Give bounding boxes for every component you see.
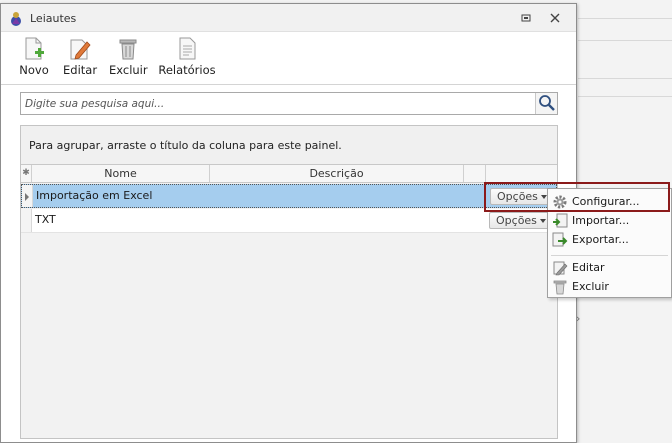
search-input[interactable] [21, 93, 535, 114]
background-divider [578, 78, 672, 79]
row-name-cell: TXT [35, 213, 56, 226]
search-button[interactable] [535, 93, 557, 114]
toolbar: Novo Editar Excluir Relatórios [1, 33, 576, 85]
menu-separator [551, 255, 668, 256]
row-indicator [21, 209, 32, 232]
options-dropdown-button[interactable]: Opções [489, 212, 552, 229]
table-row[interactable]: Importação em Excel Opções [21, 184, 557, 208]
current-row-arrow-icon [25, 193, 29, 201]
column-header-description[interactable]: Descrição [210, 165, 464, 182]
column-header-name[interactable]: Nome [32, 165, 210, 182]
menu-item-edit[interactable]: Editar [548, 258, 671, 277]
menu-item-export[interactable]: Exportar... [548, 230, 671, 249]
background-divider [578, 40, 672, 41]
new-document-icon [25, 37, 44, 60]
menu-item-import[interactable]: Importar... [548, 211, 671, 230]
background-divider [578, 96, 672, 97]
reports-button[interactable]: Relatórios [158, 37, 216, 83]
background-divider [578, 18, 672, 19]
new-button-label: Novo [19, 63, 49, 77]
import-icon [553, 213, 568, 228]
group-by-panel[interactable]: Para agrupar, arraste o título da coluna… [21, 126, 557, 164]
menu-item-label: Exportar... [572, 233, 629, 246]
trash-icon [553, 280, 567, 295]
row-name-cell: Importação em Excel [36, 189, 153, 202]
search-icon [539, 95, 555, 111]
column-header-blank[interactable] [464, 165, 486, 182]
group-by-hint: Para agrupar, arraste o título da coluna… [29, 139, 342, 152]
edit-button[interactable]: Editar [63, 37, 97, 83]
layouts-grid: Para agrupar, arraste o título da coluna… [20, 125, 558, 439]
restore-button[interactable] [518, 11, 534, 25]
row-indicator [22, 185, 33, 207]
table-row[interactable]: TXT Opções [21, 209, 557, 233]
menu-item-label: Excluir [572, 280, 609, 293]
restore-icon [521, 14, 531, 22]
delete-button-label: Excluir [109, 63, 148, 77]
app-logo-icon [11, 12, 21, 26]
caret-down-icon [540, 219, 546, 223]
options-label: Opções [496, 214, 537, 227]
report-icon [179, 37, 196, 60]
export-icon [552, 232, 568, 247]
reports-button-label: Relatórios [158, 63, 216, 77]
edit-icon [553, 261, 568, 276]
close-button[interactable] [547, 11, 563, 25]
search-box [20, 92, 558, 115]
grid-empty-area [21, 236, 557, 438]
window-title: Leiautes [30, 12, 77, 25]
column-chooser-icon[interactable]: ✱ [21, 165, 32, 182]
close-icon [550, 13, 560, 23]
trash-icon [119, 39, 137, 60]
delete-button[interactable]: Excluir [109, 37, 148, 83]
menu-item-delete[interactable]: Excluir [548, 277, 671, 296]
menu-item-label: Editar [572, 261, 605, 274]
edit-pencil-icon [70, 39, 91, 60]
grid-header: ✱ Nome Descrição [21, 164, 557, 183]
menu-item-label: Importar... [572, 214, 630, 227]
layouts-window: Leiautes Novo Editar Excluir Relatórios … [0, 3, 577, 443]
annotation-highlight-box [484, 182, 670, 212]
new-button[interactable]: Novo [18, 37, 50, 83]
title-bar[interactable]: Leiautes [1, 4, 576, 32]
column-header-options[interactable] [486, 165, 558, 182]
edit-button-label: Editar [63, 63, 98, 77]
